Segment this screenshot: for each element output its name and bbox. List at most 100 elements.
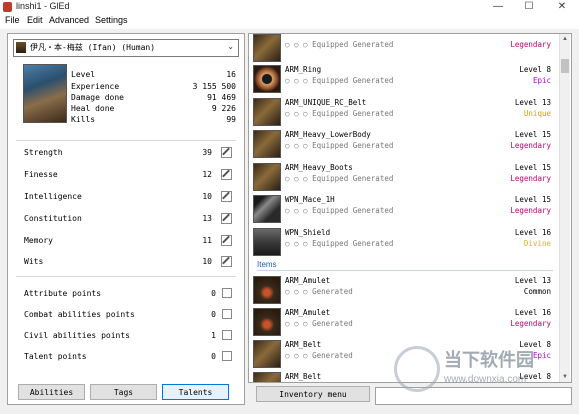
item-rarity: Legendary (510, 174, 551, 183)
minimize-button[interactable]: — (484, 0, 512, 14)
edit-icon[interactable] (221, 191, 232, 202)
points-row-combat: Combat abilities points 0 (16, 308, 236, 322)
abilities-button[interactable]: Abilities (18, 384, 85, 400)
character-selector[interactable]: 伊凡・本-梅兹 (Ifan) (Human) ⌄ (13, 39, 239, 57)
talents-button[interactable]: Talents (162, 384, 229, 400)
attribute-label: Strength (24, 148, 63, 157)
character-avatar-small (16, 42, 26, 53)
equipped-item-row[interactable]: ARM_Ring ○ ○ ○ Equipped Generated Level … (249, 63, 557, 95)
edit-icon[interactable] (222, 309, 232, 319)
edit-icon[interactable] (221, 169, 232, 180)
item-level: Level 15 (514, 163, 551, 172)
stat-heal-value: 9 226 (211, 104, 236, 113)
points-row-attribute: Attribute points 0 (16, 287, 236, 301)
item-rarity: Divine (523, 239, 551, 248)
scroll-up-icon[interactable]: ▲ (560, 34, 570, 44)
watermark-url: www.downxia.com (444, 374, 527, 385)
edit-icon[interactable] (221, 213, 232, 224)
edit-icon[interactable] (221, 147, 232, 158)
attribute-row-intelligence: Intelligence 10 (16, 190, 236, 204)
menu-edit[interactable]: Edit (27, 15, 43, 25)
mace-icon (253, 195, 281, 223)
edit-icon[interactable] (221, 235, 232, 246)
attribute-value: 12 (202, 170, 212, 179)
inventory-menu-button[interactable]: Inventory menu (256, 386, 370, 402)
inventory-item-row[interactable]: ARM_Amulet ○ ○ ○ Generated Level 13 Comm… (249, 274, 557, 306)
equipped-item-row[interactable]: ARM_Heavy_LowerBody ○ ○ ○ Equipped Gener… (249, 128, 557, 160)
stat-damage-value: 91 469 (207, 93, 236, 102)
item-level: Level 16 (514, 308, 551, 317)
item-name: ARM_Heavy_Boots (285, 163, 353, 172)
item-status: ○ ○ ○ Equipped Generated (285, 141, 394, 150)
equipped-item-row[interactable]: WPN_Mace_1H ○ ○ ○ Equipped Generated Lev… (249, 193, 557, 225)
character-portrait (23, 64, 67, 123)
menu-bar: File Edit Advanced Settings (0, 14, 579, 29)
inventory-panel: ○ ○ ○ Equipped Generated Legendary ARM_R… (248, 33, 572, 383)
item-rarity: Legendary (510, 40, 551, 49)
item-status: ○ ○ ○ Generated (285, 287, 353, 296)
watermark: 当下软件园 www.downxia.com (390, 340, 570, 396)
tags-button[interactable]: Tags (90, 384, 157, 400)
scrollbar[interactable]: ▲ ▼ (559, 34, 570, 382)
amulet-icon (253, 276, 281, 304)
equipped-item-row[interactable]: ○ ○ ○ Equipped Generated Legendary (249, 34, 557, 64)
item-rarity: Epic (532, 76, 551, 85)
stat-kills-label: Kills (71, 115, 96, 124)
shield-icon (253, 228, 281, 256)
points-label: Talent points (24, 352, 87, 361)
points-value: 0 (211, 310, 216, 319)
maximize-button[interactable]: ☐ (515, 0, 543, 14)
inventory-item-row[interactable]: ARM_Amulet ○ ○ ○ Generated Level 16 Lege… (249, 306, 557, 338)
stat-experience-value: 3 155 500 (192, 82, 236, 91)
edit-icon[interactable] (222, 288, 232, 298)
points-label: Combat abilities points (24, 310, 135, 319)
points-label: Attribute points (24, 289, 102, 298)
item-status: ○ ○ ○ Equipped Generated (285, 76, 394, 85)
watermark-text: 当下软件园 (444, 350, 534, 371)
amulet-icon (253, 308, 281, 336)
menu-file[interactable]: File (5, 15, 20, 25)
stat-level-label: Level (71, 70, 96, 79)
points-value: 1 (211, 331, 216, 340)
item-level: Level 13 (514, 98, 551, 107)
window-title: linshi1 - GlEd (16, 1, 70, 11)
attribute-label: Finesse (24, 170, 58, 179)
title-bar: linshi1 - GlEd — ☐ ✕ (0, 0, 579, 15)
equipped-item-row[interactable]: ARM_UNIQUE_RC_Belt ○ ○ ○ Equipped Genera… (249, 96, 557, 128)
item-level: Level 15 (514, 195, 551, 204)
menu-settings[interactable]: Settings (95, 15, 128, 25)
equipped-item-row[interactable]: WPN_Shield ○ ○ ○ Equipped Generated Leve… (249, 226, 557, 258)
attribute-row-memory: Memory 11 (16, 234, 236, 248)
item-rarity: Legendary (510, 206, 551, 215)
item-rarity: Common (523, 287, 551, 296)
scroll-thumb[interactable] (561, 59, 569, 73)
character-selector-value: 伊凡・本-梅兹 (Ifan) (Human) (30, 43, 156, 52)
item-status: ○ ○ ○ Equipped Generated (285, 109, 394, 118)
boots-icon (253, 163, 281, 191)
equipped-item-row[interactable]: ARM_Heavy_Boots ○ ○ ○ Equipped Generated… (249, 161, 557, 193)
points-value: 0 (211, 289, 216, 298)
leg-armor-icon (253, 130, 281, 158)
attribute-label: Wits (24, 257, 44, 266)
item-rarity: Unique (523, 109, 551, 118)
attribute-value: 39 (202, 148, 212, 157)
ring-icon (253, 65, 281, 93)
attribute-row-constitution: Constitution 13 (16, 212, 236, 226)
edit-icon[interactable] (222, 330, 232, 340)
item-status: ○ ○ ○ Equipped Generated (285, 239, 394, 248)
item-name: ARM_Ring (285, 65, 322, 74)
stat-level-value: 16 (226, 70, 236, 79)
edit-icon[interactable] (222, 351, 232, 361)
item-status: ○ ○ ○ Equipped Generated (285, 40, 394, 49)
close-button[interactable]: ✕ (548, 0, 576, 14)
menu-advanced[interactable]: Advanced (49, 15, 89, 25)
item-name: ARM_Heavy_LowerBody (285, 130, 371, 139)
item-rarity: Legendary (510, 141, 551, 150)
item-status: ○ ○ ○ Equipped Generated (285, 174, 394, 183)
divider (16, 276, 236, 277)
stat-heal-label: Heal done (71, 104, 115, 113)
points-row-civil: Civil abilities points 1 (16, 329, 236, 343)
points-label: Civil abilities points (24, 331, 130, 340)
edit-icon[interactable] (221, 256, 232, 267)
points-value: 0 (211, 352, 216, 361)
